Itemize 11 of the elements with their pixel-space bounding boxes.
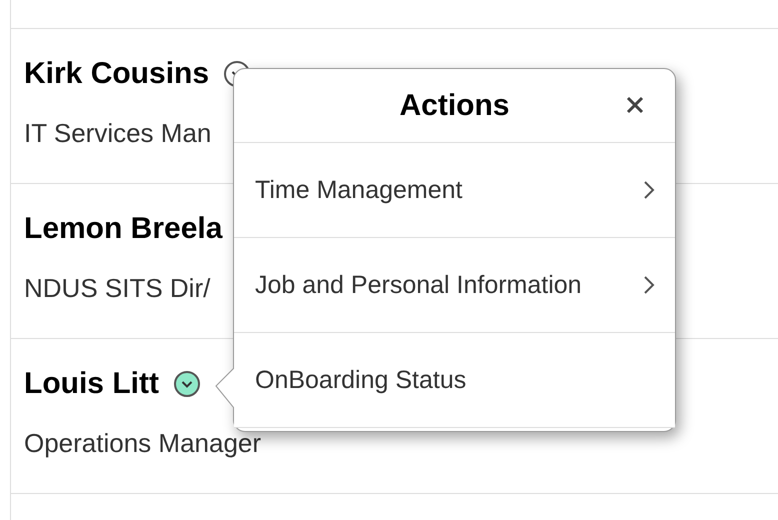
person-name: Kirk Cousins — [24, 57, 210, 91]
job-title: Operations Manager — [24, 428, 262, 459]
menu-item[interactable]: Job and Personal Information — [234, 238, 675, 333]
menu-item[interactable]: OnBoarding Status — [234, 333, 675, 428]
actions-menu-button[interactable] — [172, 370, 201, 398]
person-name: Louis Litt — [24, 367, 159, 401]
job-title: IT Services Man — [24, 118, 212, 149]
popup-title: Actions — [399, 88, 510, 122]
job-title: NDUS SITS Dir/ — [24, 273, 210, 304]
person-name: Lemon Breela — [24, 212, 222, 246]
menu-item[interactable]: Time Management — [234, 143, 675, 238]
